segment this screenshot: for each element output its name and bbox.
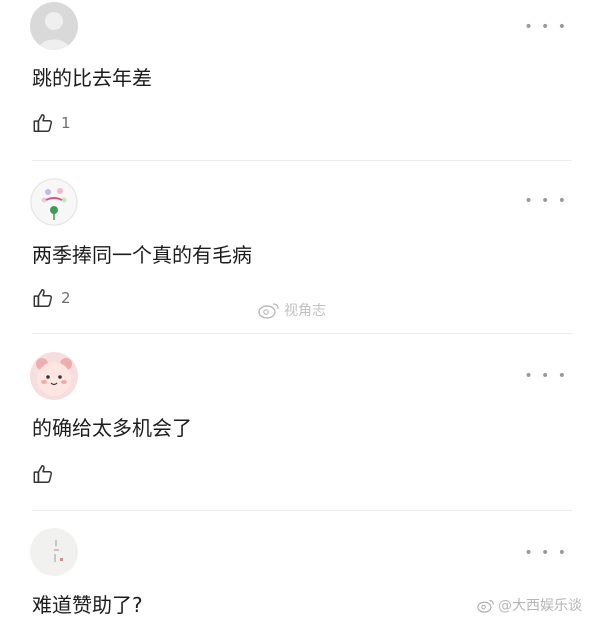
like-button[interactable]: 1 (32, 111, 71, 135)
comment-text: 的确给太多机会了 (32, 416, 192, 440)
thumbs-up-icon (33, 114, 53, 132)
avatar[interactable] (30, 178, 78, 226)
divider (32, 510, 572, 511)
watermark-center: 视角志 (258, 300, 326, 320)
more-options-button[interactable]: • • • (524, 194, 568, 208)
more-options-button[interactable]: • • • (524, 546, 568, 560)
like-button[interactable] (32, 462, 61, 486)
watermark-corner: @大西娱乐谈 (477, 595, 582, 615)
watermark-center-text: 视角志 (284, 303, 326, 319)
comment-text: 难道赞助了? (32, 593, 143, 617)
divider (32, 160, 572, 161)
like-count: 2 (61, 289, 71, 307)
like-count: 1 (61, 114, 71, 132)
divider (32, 333, 572, 334)
more-options-button[interactable]: • • • (524, 369, 568, 383)
avatar[interactable] (30, 2, 78, 50)
flower-avatar-icon (30, 178, 78, 226)
watermark-corner-text: @大西娱乐谈 (498, 598, 582, 614)
bear-avatar-icon (30, 352, 78, 400)
avatar[interactable] (30, 528, 78, 576)
weibo-logo-icon (258, 303, 279, 319)
thumbs-up-icon (33, 289, 53, 307)
like-button[interactable]: 2 (32, 286, 71, 310)
weibo-logo-icon (477, 599, 494, 613)
comment-feed: • • • 跳的比去年差 1 • • • 两季捧同一个真的有毛病 2 • • •… (0, 0, 600, 626)
more-options-button[interactable]: • • • (524, 20, 568, 34)
thumbs-up-icon (33, 465, 53, 483)
comment-text: 跳的比去年差 (32, 66, 152, 90)
comment-text: 两季捧同一个真的有毛病 (32, 243, 252, 267)
calligraphy-avatar-icon (30, 528, 78, 576)
avatar[interactable] (30, 352, 78, 400)
user-placeholder-icon (30, 2, 78, 50)
